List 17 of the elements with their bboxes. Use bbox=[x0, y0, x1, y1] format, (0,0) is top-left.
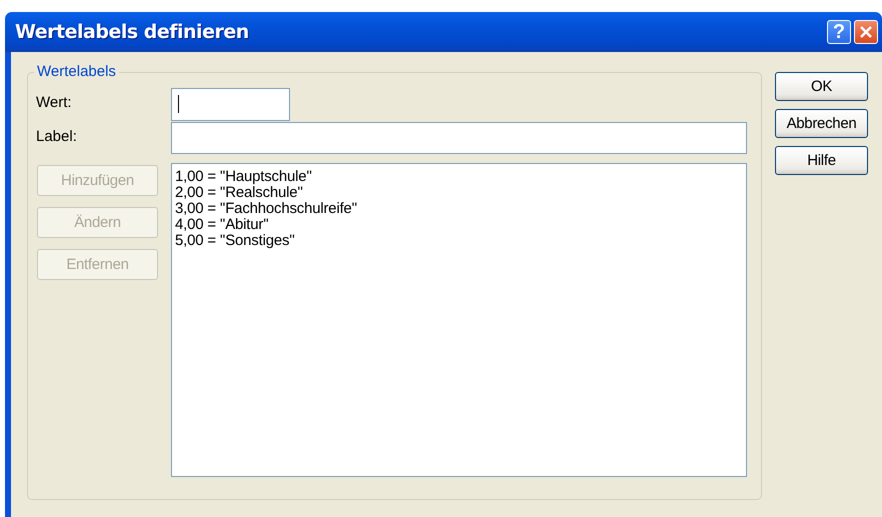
list-item[interactable]: 1,00 = ''Hauptschule'' bbox=[175, 169, 743, 185]
text-caret bbox=[178, 95, 179, 113]
field-label: Wert: bbox=[36, 93, 73, 111]
label-field[interactable] bbox=[171, 122, 747, 154]
list-item[interactable]: 5,00 = ''Sonstiges'' bbox=[175, 233, 743, 249]
list-item[interactable]: 4,00 = ''Abitur'' bbox=[175, 217, 743, 233]
list-item[interactable]: 2,00 = ''Realschule'' bbox=[175, 185, 743, 201]
close-button[interactable] bbox=[854, 20, 878, 44]
dialog-button[interactable]: OK bbox=[775, 72, 868, 101]
list-item[interactable]: 3,00 = ''Fachhochschulreife'' bbox=[175, 201, 743, 217]
dialog-button[interactable]: Hilfe bbox=[775, 146, 868, 175]
value-field[interactable] bbox=[171, 88, 290, 121]
close-icon bbox=[859, 25, 873, 39]
value-label-list[interactable]: 1,00 = ''Hauptschule'' 2,00 = ''Realschule'' 3,00 = ''Fachhochschulreife'' 4,00 = ''Abitur'' 5,00 = ''Sonstiges'' bbox=[171, 163, 747, 477]
dialog-button[interactable]: Abbrechen bbox=[775, 109, 868, 138]
window-title: Wertelabels definieren bbox=[15, 21, 250, 43]
field-label: Label: bbox=[36, 127, 78, 145]
